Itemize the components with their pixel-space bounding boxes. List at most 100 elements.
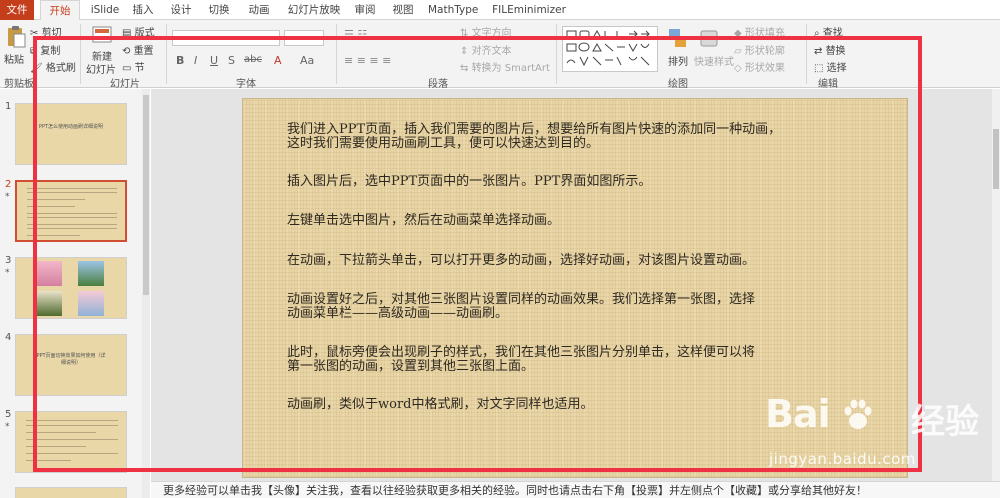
format-painter-button[interactable]: 🖌 格式刷 [30, 59, 76, 74]
tab-file[interactable]: 文件 [0, 0, 34, 20]
shape-outline-button[interactable]: ▱ 形状轮廓 [734, 42, 785, 57]
slide-thumbnail-2[interactable] [15, 180, 127, 242]
shadow-button[interactable]: S [228, 54, 235, 67]
shape-effects-button[interactable]: ◇ 形状效果 [734, 59, 785, 74]
font-size-field[interactable] [284, 30, 324, 46]
find-button[interactable]: ⌕ 查找 [814, 24, 843, 39]
arrange-button[interactable]: 排列 [668, 53, 688, 68]
paragraph-line: 我们进入PPT页面，插入我们需要的图片后，想要给所有图片快速的添加同一种动画， [287, 122, 782, 137]
slide-number: 1 [5, 101, 12, 112]
select-button[interactable]: ⬚ 选择 [814, 59, 847, 74]
slide-paragraph-3[interactable]: 左键单击选中图片，然后在动画菜单选择动画。 [287, 214, 560, 228]
tab-view[interactable]: 视图 [388, 0, 418, 20]
shapes-gallery[interactable] [562, 26, 658, 72]
tab-insert[interactable]: 插入 [128, 0, 158, 20]
thumbnail-image [36, 261, 62, 286]
paragraph-line: 第一张图的动画，设置到其他三张图上面。 [287, 359, 535, 374]
group-divider [556, 24, 557, 84]
shape-effects-label: 形状效果 [744, 63, 785, 74]
slide-paragraph-6[interactable]: 此时，鼠标旁便会出现刷子的样式，我们在其他三张图片分别单击，这样便可以将 第一张… [287, 346, 755, 374]
slide-paragraph-1[interactable]: 我们进入PPT页面，插入我们需要的图片后，想要给所有图片快速的添加同一种动画， … [287, 123, 781, 151]
thumbnail-title: PPT页面切换效果如何使用（详细说明） [36, 353, 106, 366]
watermark-url: jingyan.baidu.com [769, 450, 916, 468]
slide-thumbnail-5[interactable] [15, 411, 127, 473]
font-color-icon[interactable]: A [274, 54, 282, 67]
tab-design[interactable]: 设计 [166, 0, 196, 20]
cut-button[interactable]: ✂ 剪切 [30, 24, 62, 39]
paste-icon[interactable] [6, 25, 26, 49]
watermark-brand: Bai [765, 392, 831, 436]
notes-bar[interactable]: 更多经验可以单击我【头像】关注我，查看以往经验获取更多相关的经验。同时也请点击右… [151, 481, 1000, 498]
slide-thumbnail-pane: 1 PPT怎么使用动画刷详细说明 2 * 3 * 4 PPT页面切换效果如何使用… [0, 89, 150, 498]
bold-button[interactable]: B [176, 54, 184, 67]
align-icon[interactable]: ≡ ≡ ≡ ≡ [344, 54, 391, 67]
shape-outline-label: 形状轮廓 [744, 46, 785, 57]
slide-paragraph-4[interactable]: 在动画，下拉箭头单击，可以打开更多的动画，选择好动画，对该图片设置动画。 [287, 254, 755, 268]
thumbnail-image [78, 291, 104, 316]
quick-styles-button[interactable]: 快速样式 [694, 53, 734, 68]
tab-home[interactable]: 开始 [40, 0, 80, 21]
layout-label: 版式 [134, 28, 155, 39]
italic-button[interactable]: I [194, 54, 197, 67]
paragraph-line: 动画设置好之后，对其他三张图片设置同样的动画效果。我们选择第一张图，选择 [287, 292, 756, 307]
text-direction-button[interactable]: ⇅ 文字方向 [460, 24, 512, 39]
find-label: 查找 [822, 28, 843, 39]
paragraph-line: 动画菜单栏——高级动画——动画刷。 [287, 306, 509, 321]
slide-thumbnail-4[interactable]: PPT页面切换效果如何使用（详细说明） [15, 334, 127, 396]
slide-number: 4 [5, 332, 12, 343]
replace-label: 替换 [825, 46, 846, 57]
animation-star-icon: * [5, 192, 10, 202]
slide-paragraph-7[interactable]: 动画刷，类似于word中格式刷，对文字同样也适用。 [287, 398, 594, 412]
ribbon-home: 粘贴 ✂ 剪切 ⧉ 复制 🖌 格式刷 剪贴板 新建 幻灯片 ▤ 版式 ⟲ 重置 … [0, 20, 1000, 90]
tab-fileminimizer[interactable]: FILEminimizer [490, 0, 568, 20]
tab-transitions[interactable]: 切换 [204, 0, 234, 20]
slide-thumbnail-6[interactable] [15, 487, 127, 498]
font-name-field[interactable] [172, 30, 280, 46]
paragraph-line: 动画刷，类似于word中格式刷，对文字同样也适用。 [287, 397, 594, 412]
baidu-jingyan-watermark: Bai 经验 jingyan.baidu.com [765, 392, 985, 472]
paragraph-line: 插入图片后，选中PPT页面中的一张图片。PPT界面如图所示。 [287, 174, 652, 189]
tab-slideshow[interactable]: 幻灯片放映 [284, 0, 344, 20]
group-divider [80, 24, 81, 84]
section-button[interactable]: ▭ 节 [122, 59, 145, 74]
layout-button[interactable]: ▤ 版式 [122, 24, 155, 39]
quick-styles-icon[interactable] [700, 28, 720, 50]
slide-scrollbar[interactable] [992, 89, 1000, 481]
drawing-group-label: 绘图 [668, 79, 688, 90]
animation-star-icon: * [5, 422, 10, 432]
paragraph-line: 这时我们需要使用动画刷工具，便可以快速达到目的。 [287, 136, 600, 151]
new-slide-label-2[interactable]: 幻灯片 [86, 61, 116, 76]
editing-group-label: 编辑 [818, 79, 838, 90]
tab-animations[interactable]: 动画 [244, 0, 274, 20]
new-slide-icon[interactable] [92, 25, 114, 45]
replace-button[interactable]: ⇄ 替换 [814, 42, 846, 57]
smartart-button[interactable]: ⇆ 转换为 SmartArt [460, 59, 550, 74]
font-size-icon[interactable]: Aa [300, 54, 314, 67]
bullets-icon[interactable]: ☰ ☷ [344, 28, 367, 41]
strikethrough-button[interactable]: abc [244, 54, 262, 65]
font-group-label: 字体 [236, 79, 256, 90]
slide-paragraph-5[interactable]: 动画设置好之后，对其他三张图片设置同样的动画效果。我们选择第一张图，选择 动画菜… [287, 293, 755, 321]
slide-number: 2 [5, 179, 12, 190]
slide-paragraph-2[interactable]: 插入图片后，选中PPT页面中的一张图片。PPT界面如图所示。 [287, 175, 651, 189]
powerpoint-window: 文件 开始 iSlide 插入 设计 切换 动画 幻灯片放映 审阅 视图 Mat… [0, 0, 1000, 498]
watermark-brand-cn: 经验 [911, 402, 979, 442]
tab-mathtype[interactable]: MathType [428, 0, 478, 20]
underline-button[interactable]: U [210, 54, 218, 67]
copy-button[interactable]: ⧉ 复制 [30, 42, 60, 57]
arrange-icon[interactable] [668, 28, 688, 50]
slide-thumbnail-1[interactable]: PPT怎么使用动画刷详细说明 [15, 103, 127, 165]
reset-button[interactable]: ⟲ 重置 [122, 42, 154, 57]
thumbnail-scrollbar[interactable] [142, 89, 150, 498]
tab-review[interactable]: 审阅 [350, 0, 380, 20]
align-text-button[interactable]: ⇕ 对齐文本 [460, 42, 512, 57]
paste-button[interactable]: 粘贴 [4, 51, 24, 66]
animation-star-icon: * [5, 268, 10, 278]
slide-thumbnail-3[interactable] [15, 257, 127, 319]
text-direction-label: 文字方向 [471, 28, 512, 39]
copy-label: 复制 [40, 46, 61, 57]
thumbnail-image [36, 291, 62, 316]
tab-islide[interactable]: iSlide [86, 0, 124, 20]
shape-fill-button[interactable]: ◆ 形状填充 [734, 24, 785, 39]
paragraph-group-label: 段落 [428, 79, 448, 90]
